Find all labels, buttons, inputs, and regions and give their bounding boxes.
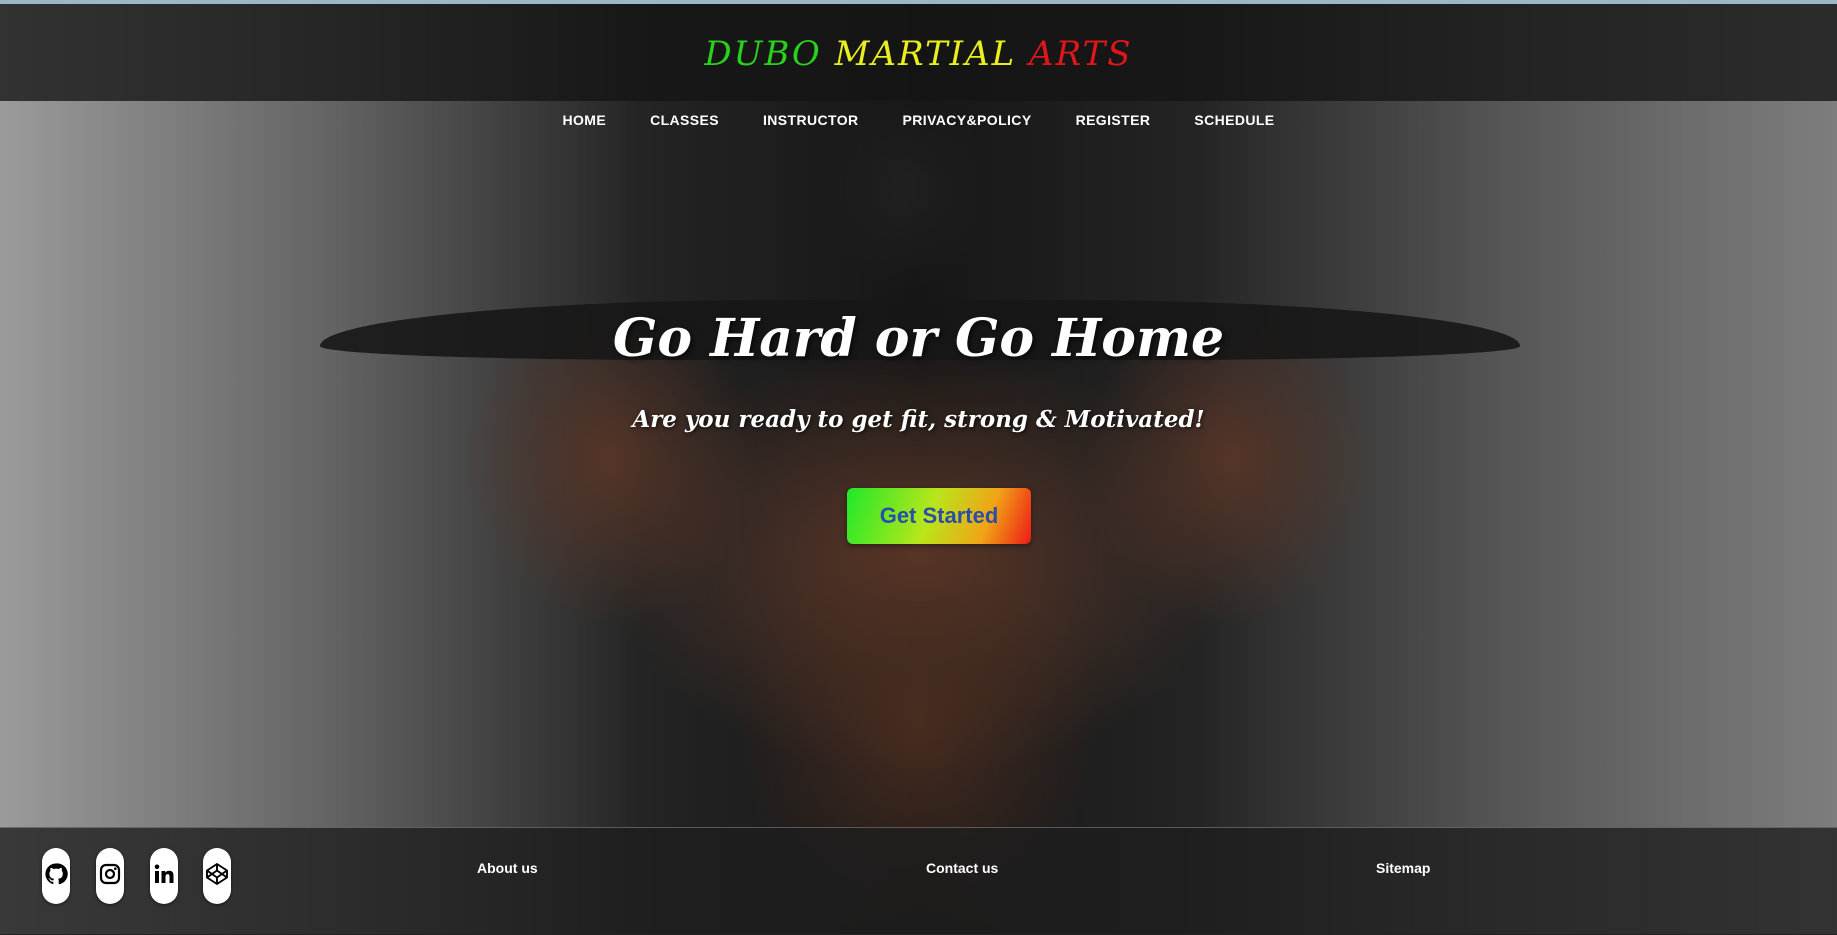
brand-word-arts: ARTS xyxy=(1029,34,1133,74)
nav-schedule[interactable]: SCHEDULE xyxy=(1172,112,1296,128)
footer-sitemap-link[interactable]: Sitemap xyxy=(1376,860,1430,876)
instagram-icon xyxy=(98,862,122,891)
linkedin-link[interactable] xyxy=(150,848,178,904)
footer-contact-link[interactable]: Contact us xyxy=(926,860,998,876)
linkedin-icon xyxy=(152,862,176,891)
codepen-icon xyxy=(205,862,229,891)
instagram-link[interactable] xyxy=(96,848,124,904)
site-footer xyxy=(0,827,1837,935)
brand-word-martial: MARTIAL xyxy=(834,34,1017,74)
footer-about-link[interactable]: About us xyxy=(477,860,538,876)
codepen-link[interactable] xyxy=(203,848,231,904)
get-started-button[interactable]: Get Started xyxy=(847,488,1031,544)
hero-headline: Go Hard or Go Home xyxy=(612,308,1225,369)
nav-home[interactable]: HOME xyxy=(540,112,628,128)
hero-overlay xyxy=(0,0,1837,934)
nav-register[interactable]: REGISTER xyxy=(1054,112,1173,128)
brand-word-dubo: DUBO xyxy=(704,34,822,74)
nav-privacy-policy[interactable]: PRIVACY&POLICY xyxy=(881,112,1054,128)
nav-instructor[interactable]: INSTRUCTOR xyxy=(741,112,881,128)
nav-classes[interactable]: CLASSES xyxy=(628,112,741,128)
hero-subheadline: Are you ready to get fit, strong & Motiv… xyxy=(632,406,1205,433)
main-nav: HOME CLASSES INSTRUCTOR PRIVACY&POLICY R… xyxy=(0,112,1837,128)
site-logo-text[interactable]: DUBO MARTIAL ARTS xyxy=(0,34,1837,74)
github-link[interactable] xyxy=(42,848,70,904)
github-icon xyxy=(44,862,68,891)
